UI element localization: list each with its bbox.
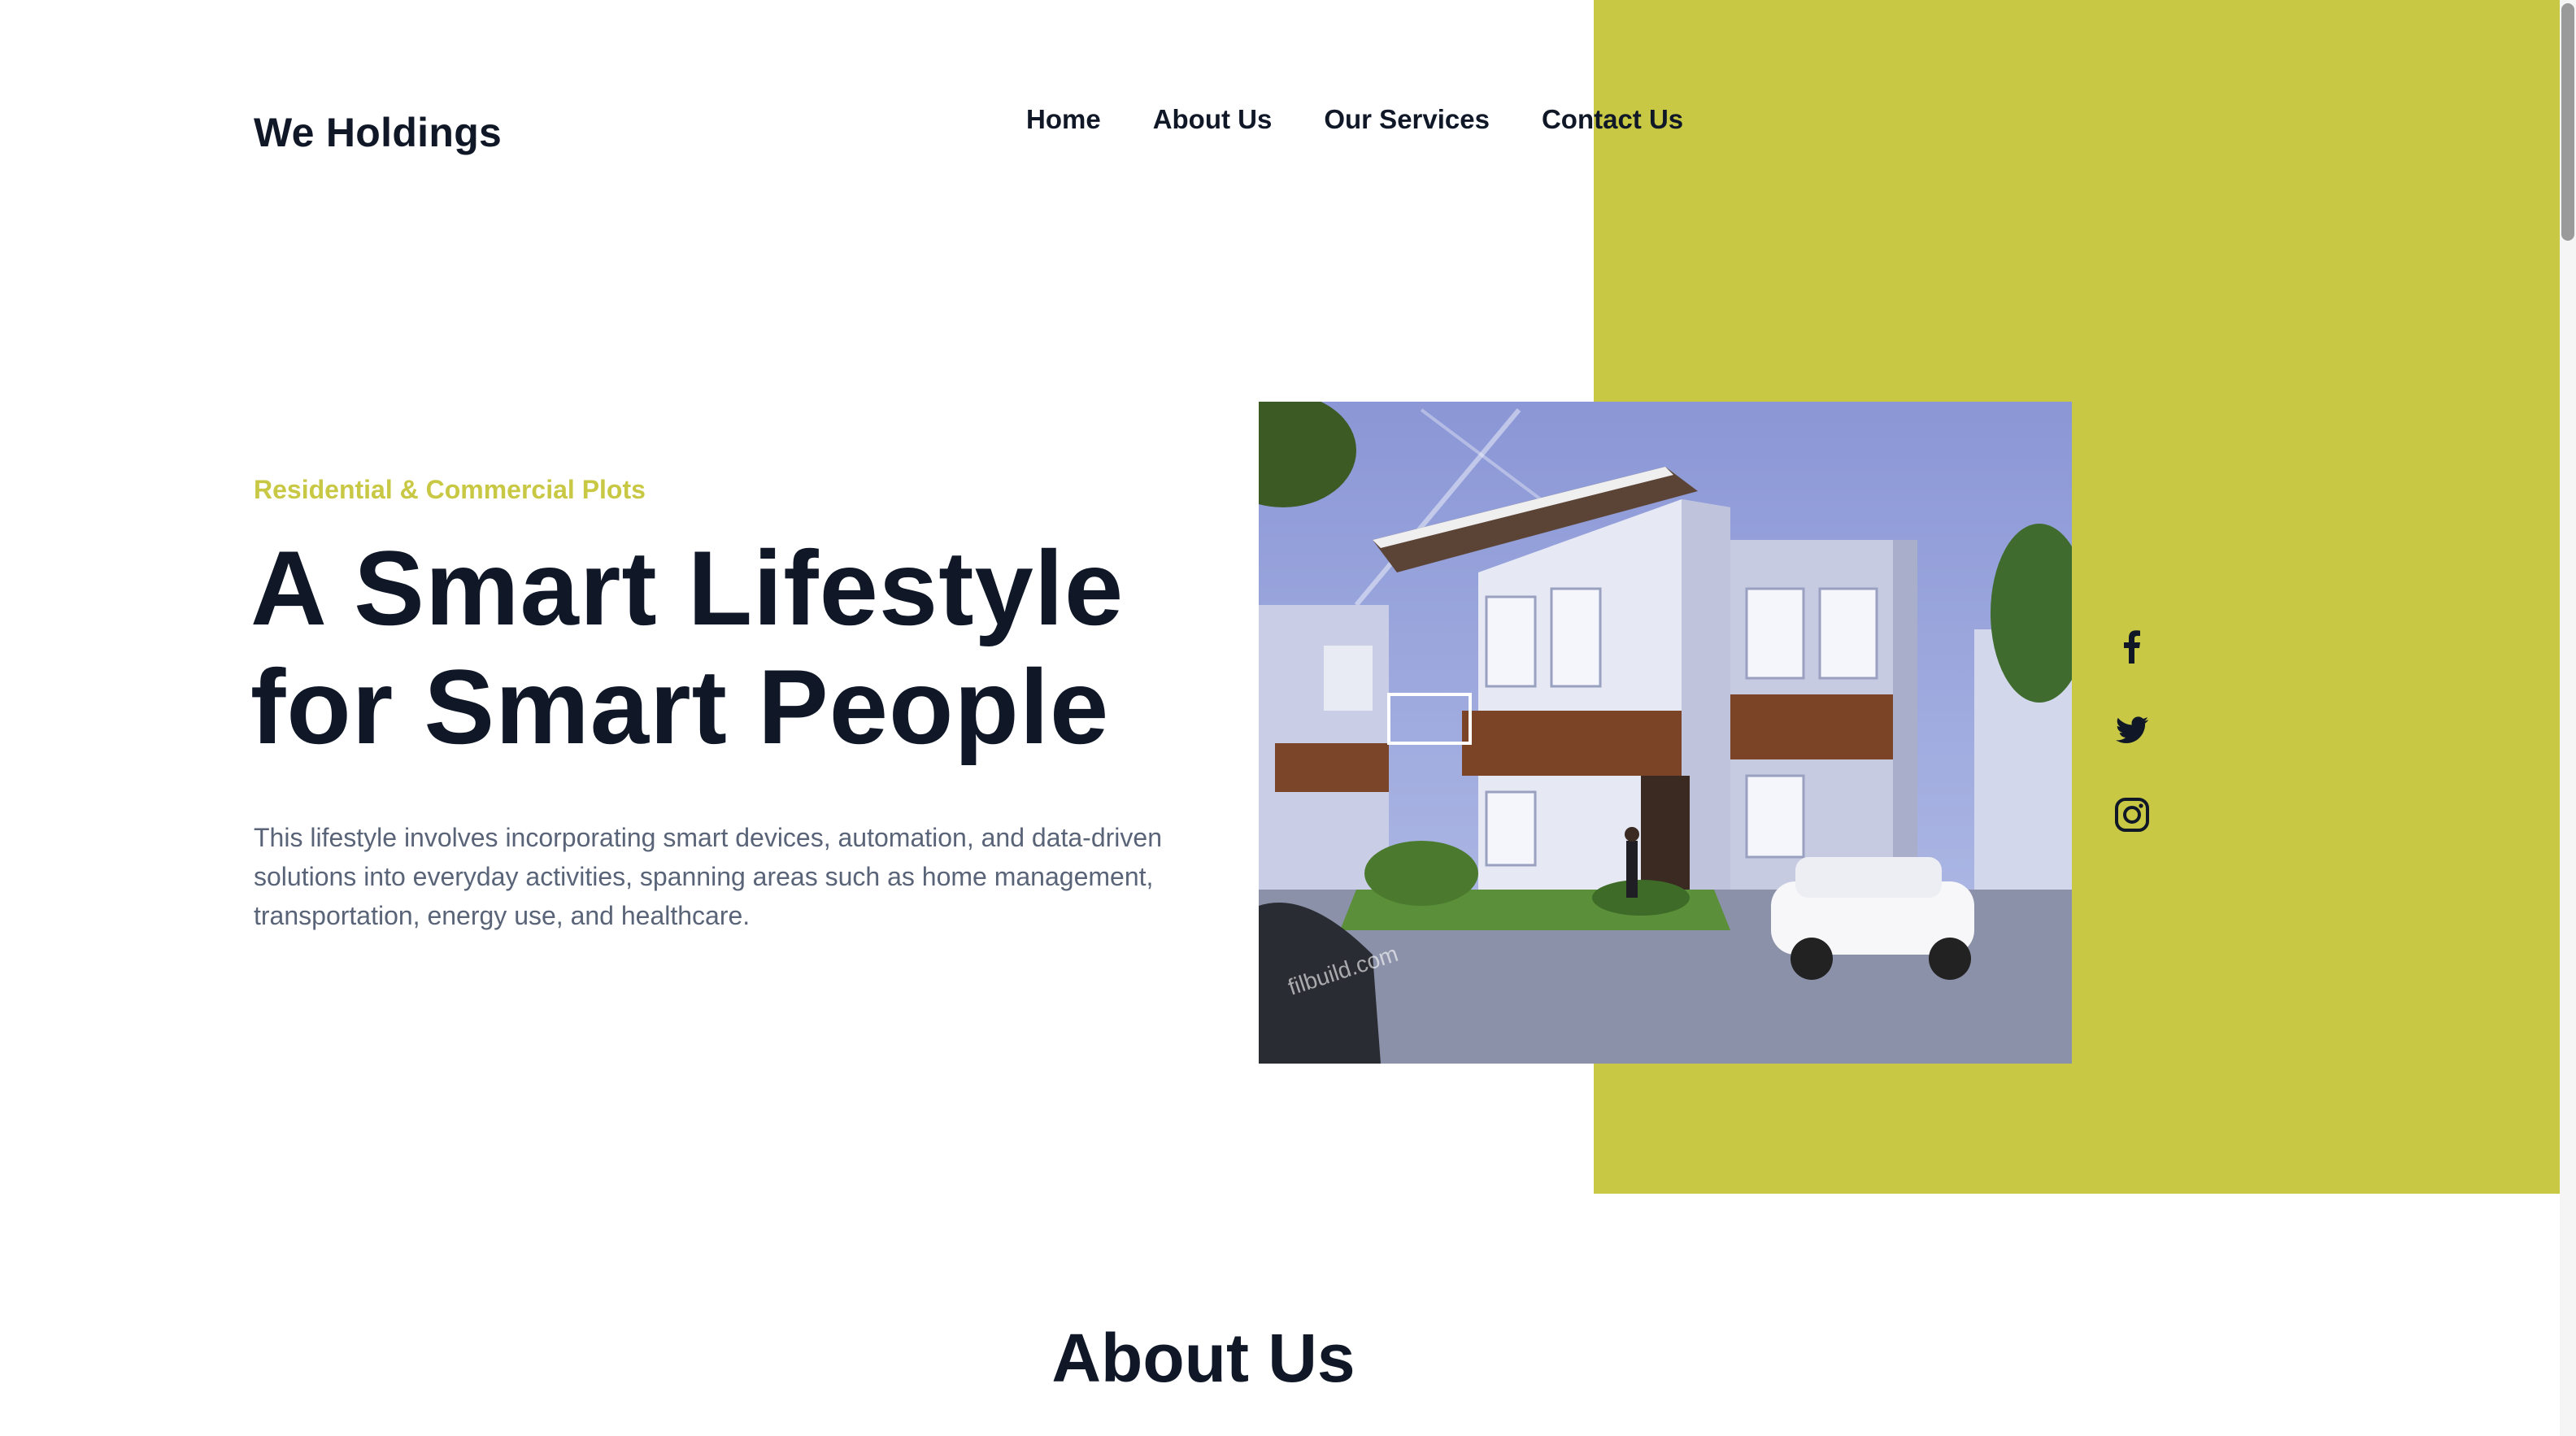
main-nav: Home About Us Our Services Contact Us (1026, 104, 1683, 135)
instagram-icon[interactable] (2113, 795, 2152, 834)
hero-eyebrow: Residential & Commercial Plots (254, 475, 646, 504)
nav-about-us[interactable]: About Us (1153, 104, 1273, 135)
brand-logo[interactable]: We Holdings (254, 109, 502, 156)
about-section-title: About Us (1051, 1320, 1355, 1396)
social-links (2113, 626, 2152, 834)
hero-headline-line-1: A Smart Lifestyle (250, 529, 1125, 647)
nav-home[interactable]: Home (1026, 104, 1101, 135)
hero-description: This lifestyle involves incorporating sm… (254, 823, 1162, 930)
nav-contact-us[interactable]: Contact Us (1542, 104, 1683, 135)
twitter-icon[interactable] (2113, 711, 2152, 750)
nav-our-services[interactable]: Our Services (1324, 104, 1490, 135)
facebook-icon[interactable] (2113, 626, 2152, 665)
scrollbar-thumb[interactable] (2561, 3, 2574, 241)
page-scrollbar[interactable] (2560, 0, 2576, 1436)
hero-house-image: filbuild.com (1259, 402, 2072, 1064)
hero-headline-line-2: for Smart People (250, 647, 1110, 766)
hero-headline: A Smart Lifestyle for Smart People (250, 529, 1226, 766)
